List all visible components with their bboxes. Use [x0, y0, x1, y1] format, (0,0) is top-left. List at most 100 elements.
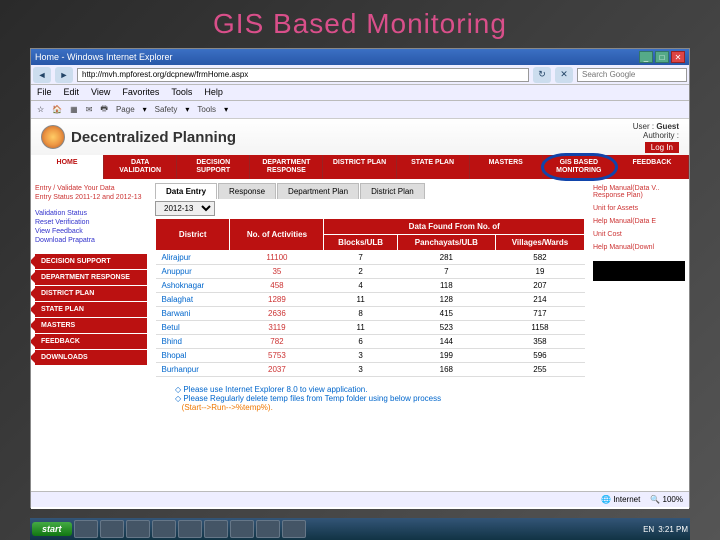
cell-panchayats: 523	[397, 321, 495, 335]
link-status[interactable]: Entry Status 2011-12 and 2012-13	[35, 194, 147, 201]
cell-district[interactable]: Barwani	[156, 307, 230, 321]
maximize-button[interactable]: □	[655, 51, 669, 63]
favorites-icon[interactable]: ☆	[37, 105, 44, 114]
th-district: District	[156, 219, 230, 251]
cell-district[interactable]: Ashoknagar	[156, 279, 230, 293]
tb-safety[interactable]: Safety	[155, 105, 178, 114]
cell-district[interactable]: Burhanpur	[156, 363, 230, 377]
sn-state[interactable]: STATE PLAN	[35, 302, 147, 317]
tb-mail[interactable]: ✉	[86, 105, 93, 114]
cell-activities: 35	[230, 265, 324, 279]
table-row: Barwani26368415717	[156, 307, 585, 321]
nav-dept[interactable]: DEPARTMENT RESPONSE	[250, 155, 323, 179]
tb-page[interactable]: Page	[116, 105, 135, 114]
nav-home[interactable]: HOME	[31, 155, 104, 179]
url-input[interactable]	[77, 68, 529, 82]
close-button[interactable]: ✕	[671, 51, 685, 63]
cell-villages: 207	[495, 279, 584, 293]
task-item[interactable]	[126, 520, 150, 538]
refresh-button[interactable]: ↻	[533, 67, 551, 83]
cell-district[interactable]: Bhind	[156, 335, 230, 349]
cell-blocks: 8	[324, 307, 397, 321]
window-title: Home - Windows Internet Explorer	[35, 52, 173, 62]
minimize-button[interactable]: _	[639, 51, 653, 63]
menu-help[interactable]: Help	[204, 87, 223, 98]
rl-help3[interactable]: Help Manual(Downl	[593, 244, 685, 251]
search-input[interactable]	[577, 68, 687, 82]
user-label: User :	[633, 122, 654, 131]
task-item[interactable]	[152, 520, 176, 538]
cell-district[interactable]: Bhopal	[156, 349, 230, 363]
rl-help2[interactable]: Help Manual(Data E	[593, 218, 685, 225]
cell-district[interactable]: Alirajpur	[156, 251, 230, 265]
start-button[interactable]: start	[32, 522, 72, 536]
sn-dept[interactable]: DEPARTMENT RESPONSE	[35, 270, 147, 285]
sn-decision[interactable]: DECISION SUPPORT	[35, 254, 147, 269]
nav-feedback[interactable]: FEEDBACK	[616, 155, 689, 179]
black-box	[593, 261, 685, 281]
tab-dist-plan[interactable]: District Plan	[360, 183, 425, 199]
task-item[interactable]	[282, 520, 306, 538]
stop-button[interactable]: ✕	[555, 67, 573, 83]
link-validation[interactable]: Validation Status	[35, 210, 147, 217]
year-select[interactable]: 2012-13	[155, 201, 215, 216]
clock: 3:21 PM	[658, 525, 688, 534]
table-row: Anuppur352719	[156, 265, 585, 279]
link-feedback[interactable]: View Feedback	[35, 228, 147, 235]
task-item[interactable]	[100, 520, 124, 538]
task-item[interactable]	[204, 520, 228, 538]
nav-gis[interactable]: GIS BASED MONITORING	[543, 155, 616, 179]
rl-help1[interactable]: Help Manual(Data V.. Response Plan)	[593, 185, 685, 199]
forward-button[interactable]: ►	[55, 67, 73, 83]
cell-blocks: 3	[324, 363, 397, 377]
link-download[interactable]: Download Prapatra	[35, 237, 147, 244]
cell-panchayats: 415	[397, 307, 495, 321]
nav-state[interactable]: STATE PLAN	[397, 155, 470, 179]
tab-dept-plan[interactable]: Department Plan	[277, 183, 359, 199]
cell-panchayats: 199	[397, 349, 495, 363]
back-button[interactable]: ◄	[33, 67, 51, 83]
menu-favorites[interactable]: Favorites	[122, 87, 159, 98]
menu-edit[interactable]: Edit	[64, 87, 80, 98]
tb-print[interactable]: 🖶	[100, 103, 108, 117]
cell-district[interactable]: Betul	[156, 321, 230, 335]
cell-blocks: 11	[324, 293, 397, 307]
nav-decision[interactable]: DECISION SUPPORT	[177, 155, 250, 179]
tb-home[interactable]: 🏠	[52, 105, 62, 114]
cell-villages: 717	[495, 307, 584, 321]
tab-response[interactable]: Response	[218, 183, 276, 199]
tb-feeds[interactable]: ▦	[70, 105, 78, 114]
menu-view[interactable]: View	[91, 87, 110, 98]
cell-district[interactable]: Anuppur	[156, 265, 230, 279]
tab-data-entry[interactable]: Data Entry	[155, 183, 217, 199]
nav-masters[interactable]: MASTERS	[470, 155, 543, 179]
table-row: Betul3119115231158	[156, 321, 585, 335]
task-item[interactable]	[74, 520, 98, 538]
menu-tools[interactable]: Tools	[171, 87, 192, 98]
sn-downloads[interactable]: DOWNLOADS	[35, 350, 147, 365]
status-zoom[interactable]: 🔍 100%	[650, 495, 683, 504]
task-item[interactable]	[178, 520, 202, 538]
sn-feedback[interactable]: FEEDBACK	[35, 334, 147, 349]
nav-district[interactable]: DISTRICT PLAN	[323, 155, 396, 179]
sn-district[interactable]: DISTRICT PLAN	[35, 286, 147, 301]
link-entry[interactable]: Entry / Validate Your Data	[35, 185, 147, 192]
system-tray[interactable]: EN3:21 PM	[643, 525, 688, 534]
tb-tools[interactable]: Tools	[197, 105, 216, 114]
th-datafound: Data Found From No. of	[324, 219, 585, 235]
logo-icon	[41, 125, 65, 149]
menu-bar: File Edit View Favorites Tools Help	[31, 85, 689, 101]
browser-window: Home - Windows Internet Explorer _ □ ✕ ◄…	[30, 48, 690, 508]
menu-file[interactable]: File	[37, 87, 52, 98]
cell-blocks: 6	[324, 335, 397, 349]
rl-unit-cost[interactable]: Unit Cost	[593, 231, 685, 238]
login-button[interactable]: Log In	[645, 142, 679, 153]
rl-unit-assets[interactable]: Unit for Assets	[593, 205, 685, 212]
task-item[interactable]	[230, 520, 254, 538]
sn-masters[interactable]: MASTERS	[35, 318, 147, 333]
cell-villages: 214	[495, 293, 584, 307]
task-item[interactable]	[256, 520, 280, 538]
link-reset[interactable]: Reset Verification	[35, 219, 147, 226]
cell-district[interactable]: Balaghat	[156, 293, 230, 307]
nav-data[interactable]: DATA VALIDATION	[104, 155, 177, 179]
